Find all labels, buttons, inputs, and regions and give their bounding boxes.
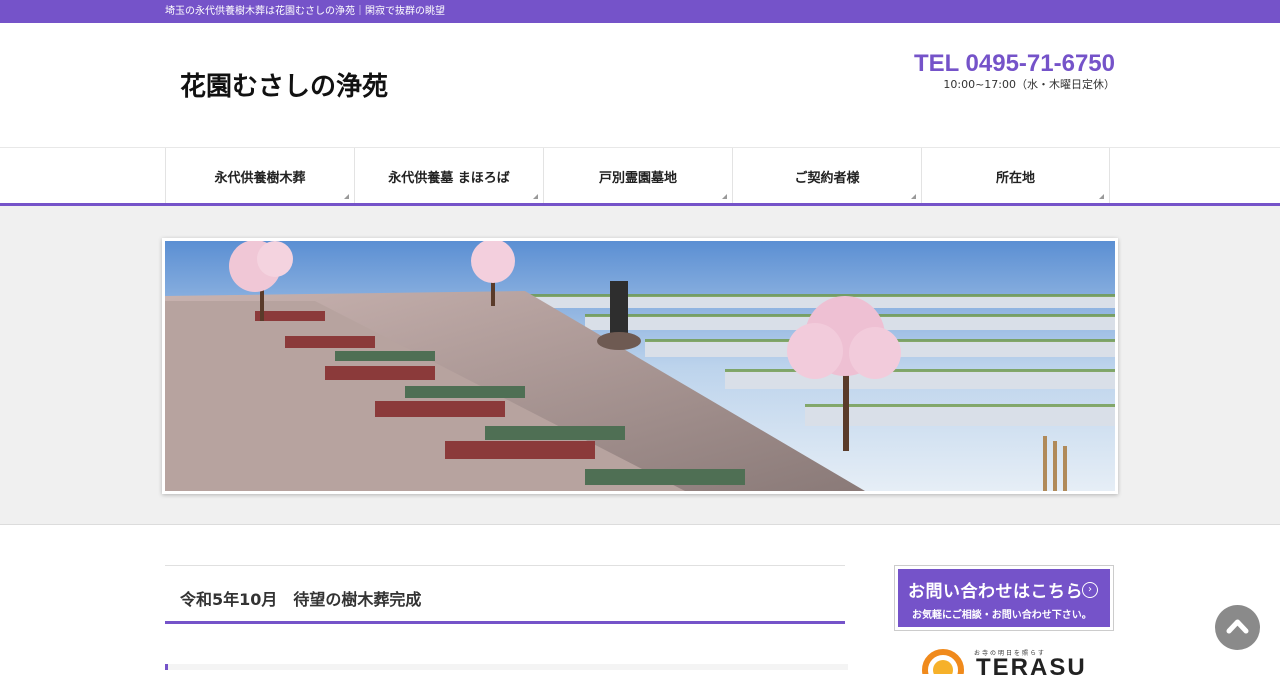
hero-cemetery-image xyxy=(165,241,1115,491)
contact-label: お問い合わせはこちら xyxy=(908,582,1083,602)
scroll-top-button[interactable] xyxy=(1215,605,1260,650)
corner-triangle-icon xyxy=(1099,194,1104,199)
nav-item-label: 永代供養墓 まほろば xyxy=(388,170,510,186)
main-nav: 永代供養樹木葬 永代供養墓 まほろば 戸別霊園墓地 ご契約者様 所在地 xyxy=(0,147,1280,204)
logo-text: 花園むさしの浄苑 xyxy=(180,72,388,102)
nav-item-mahoroba[interactable]: 永代供養墓 まほろば xyxy=(354,148,543,204)
nav-item-shozaichi[interactable]: 所在地 xyxy=(921,148,1110,204)
site-tagline: 埼玉の永代供養樹木葬は花園むさしの浄苑｜閑寂で抜群の眺望 xyxy=(165,6,445,17)
nav-item-label: 永代供養樹木葬 xyxy=(214,170,306,186)
terasu-banner[interactable]: お寺の明日を照らす TERASU xyxy=(918,640,1098,680)
post-title[interactable]: 令和5年10月 待望の樹木葬完成 xyxy=(180,586,421,610)
nav-item-keiyakusha[interactable]: ご契約者様 xyxy=(732,148,921,204)
nav-item-eitai-jumokuso[interactable]: 永代供養樹木葬 xyxy=(165,148,354,204)
contact-banner: お問い合わせはこちら › お気軽にご相談・お問い合わせ下さい。 xyxy=(898,569,1110,627)
corner-triangle-icon xyxy=(533,194,538,199)
business-hours: 10:00~17:00（水・木曜日定休） xyxy=(943,78,1115,91)
hero-image-frame xyxy=(162,238,1118,494)
site-header: 花園むさしの浄苑 TEL 0495-71-6750 10:00~17:00（水・… xyxy=(0,23,1280,147)
top-bar: 埼玉の永代供養樹木葬は花園むさしの浄苑｜閑寂で抜群の眺望 xyxy=(0,0,1280,23)
nav-item-kobetsu-reien[interactable]: 戸別霊園墓地 xyxy=(543,148,732,204)
phone-number[interactable]: TEL 0495-71-6750 xyxy=(914,50,1115,78)
terasu-wordmark: TERASU xyxy=(976,654,1087,681)
site-logo[interactable]: 花園むさしの浄苑 xyxy=(178,55,434,117)
contact-button[interactable]: お問い合わせはこちら › お気軽にご相談・お問い合わせ下さい。 xyxy=(894,565,1114,631)
post-title-box: 令和5年10月 待望の樹木葬完成 xyxy=(165,565,845,624)
contact-sublabel: お気軽にご相談・お問い合わせ下さい。 xyxy=(912,610,1092,621)
nav-item-label: ご契約者様 xyxy=(794,170,860,186)
chevron-up-icon xyxy=(1226,619,1249,634)
post-content-start xyxy=(165,664,848,670)
corner-triangle-icon xyxy=(344,194,349,199)
nav-item-label: 戸別霊園墓地 xyxy=(598,170,677,186)
nav-item-label: 所在地 xyxy=(995,170,1035,186)
corner-triangle-icon xyxy=(722,194,727,199)
chevron-right-circle-icon: › xyxy=(1082,582,1098,598)
corner-triangle-icon xyxy=(911,194,916,199)
